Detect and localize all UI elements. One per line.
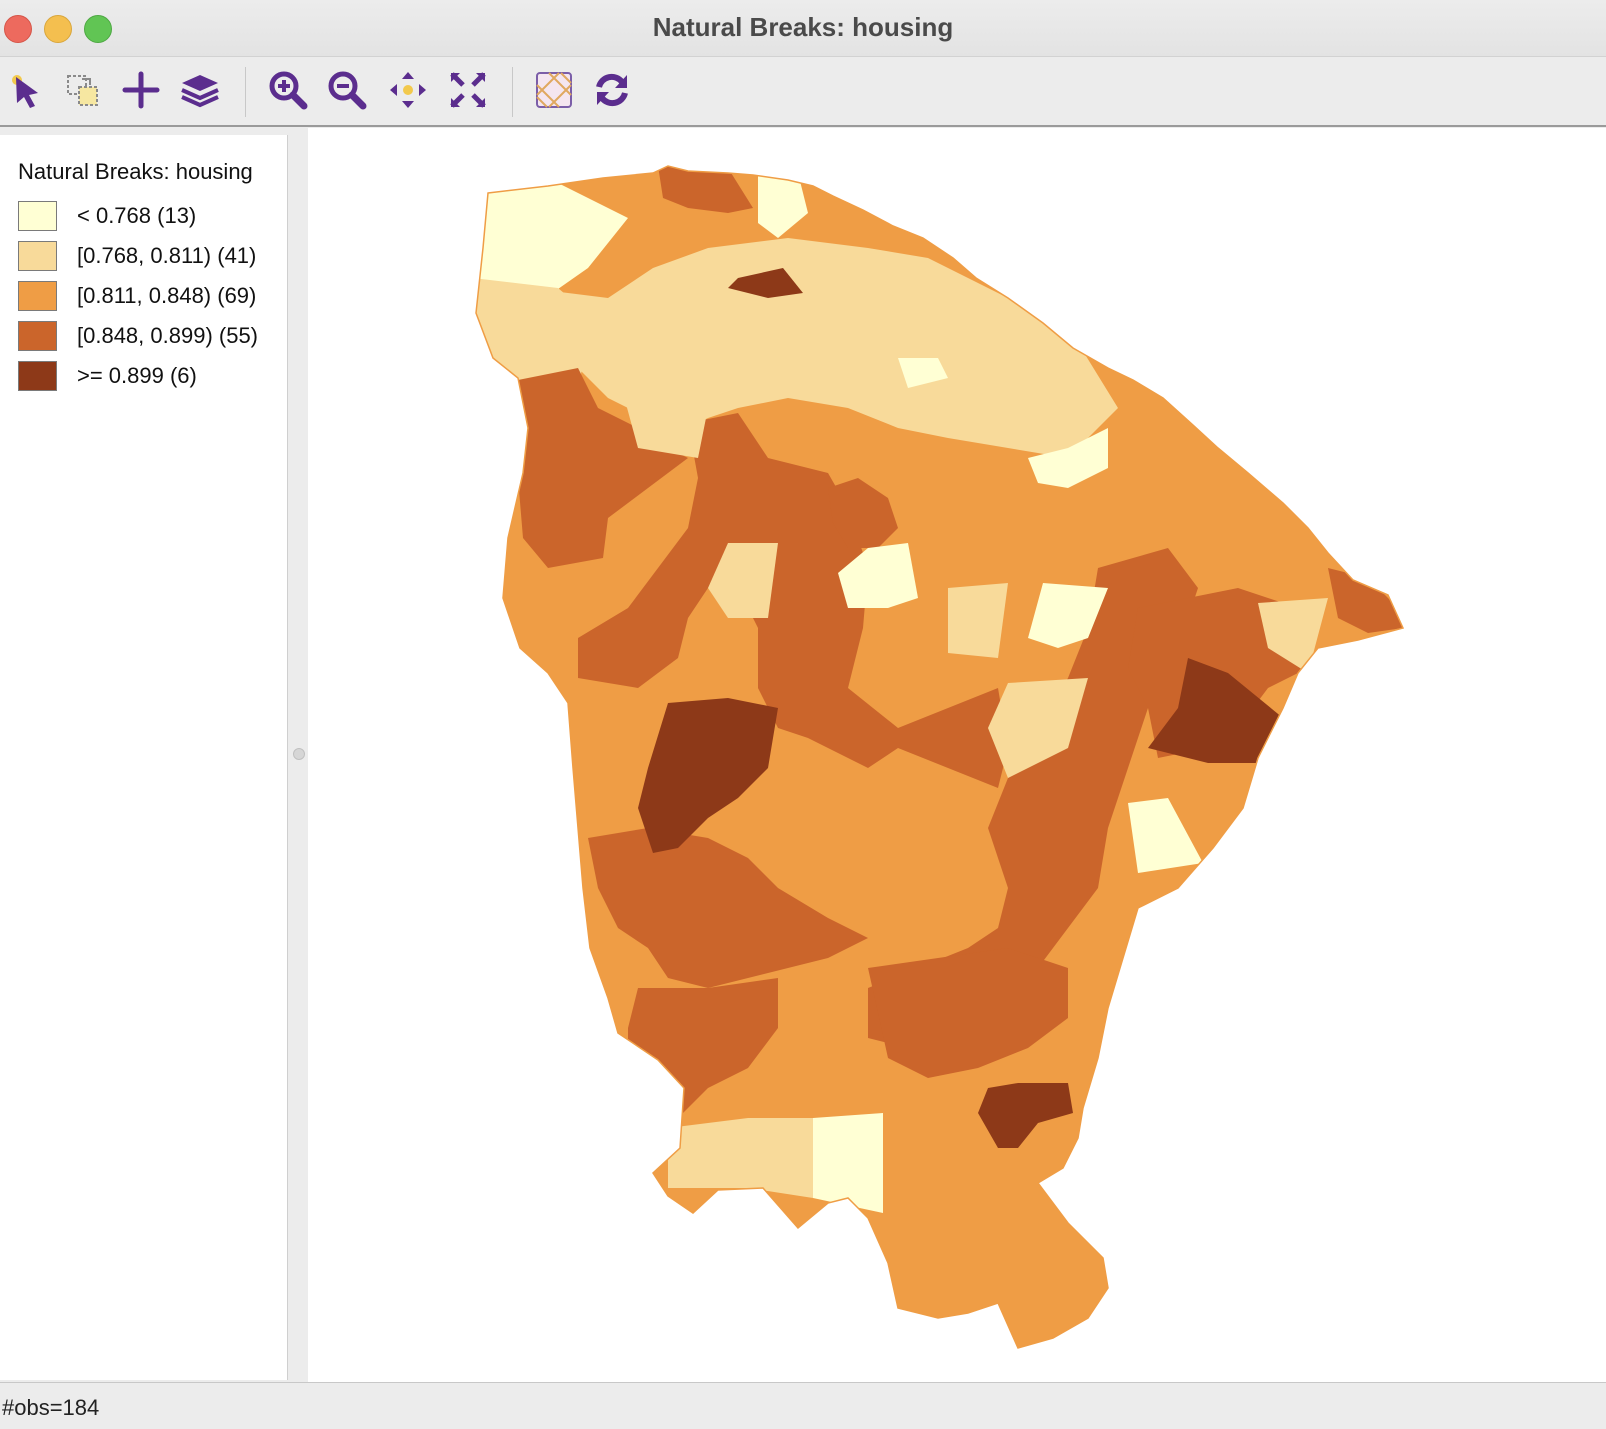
layers-icon: [181, 75, 219, 108]
map-toolbar: [0, 57, 1606, 127]
zoom-in-button[interactable]: [265, 67, 311, 113]
status-bar: #obs=184: [0, 1382, 1606, 1429]
basemap-icon: [536, 72, 572, 108]
observation-count: #obs=184: [2, 1395, 100, 1420]
title-bar: Natural Breaks: housing: [0, 0, 1606, 57]
add-layer-plus-icon: [122, 71, 160, 109]
pan-icon: [390, 72, 426, 108]
legend-label: >= 0.899 (6): [77, 363, 197, 388]
legend-swatch: [18, 281, 57, 311]
legend-label: [0.811, 0.848) (69): [77, 283, 257, 308]
toolbar-separator: [245, 67, 246, 117]
refresh-icon: [596, 73, 628, 107]
legend-title: Natural Breaks: housing: [18, 159, 253, 184]
zoom-in-icon: [269, 71, 308, 110]
light-center-east: [948, 583, 1008, 658]
legend-swatch: [18, 241, 57, 271]
full-extent-icon: [450, 72, 486, 108]
legend-label: < 0.768 (13): [77, 203, 197, 228]
toolbar-separator: [512, 67, 513, 117]
selection-copy-icon: [67, 75, 98, 106]
zoom-out-icon: [328, 71, 367, 110]
splitter-handle[interactable]: [293, 748, 305, 760]
select-arrow-icon: [12, 75, 38, 108]
legend-swatch: [18, 361, 57, 391]
choropleth-map[interactable]: [308, 128, 1606, 1382]
legend-swatch: [18, 201, 57, 231]
legend-label: [0.848, 0.899) (55): [77, 323, 259, 348]
municipality-polygons[interactable]: [308, 128, 1606, 1382]
window-title: Natural Breaks: housing: [652, 12, 954, 42]
refresh-button[interactable]: [589, 67, 635, 113]
legend-panel: Natural Breaks: housing < 0.768 (13) [0.…: [0, 135, 288, 1380]
pan-button[interactable]: [385, 67, 431, 113]
legend-swatch: [18, 321, 57, 351]
zoom-out-button[interactable]: [324, 67, 370, 113]
select-tool-button[interactable]: [2, 67, 48, 113]
add-layer-button[interactable]: [118, 67, 164, 113]
basemap-button[interactable]: [531, 67, 577, 113]
layers-button[interactable]: [177, 67, 223, 113]
legend-label: [0.768, 0.811) (41): [77, 243, 257, 268]
light-south: [668, 1118, 813, 1198]
selection-copy-button[interactable]: [60, 67, 106, 113]
full-extent-button[interactable]: [445, 67, 491, 113]
map-canvas[interactable]: [308, 128, 1606, 1382]
